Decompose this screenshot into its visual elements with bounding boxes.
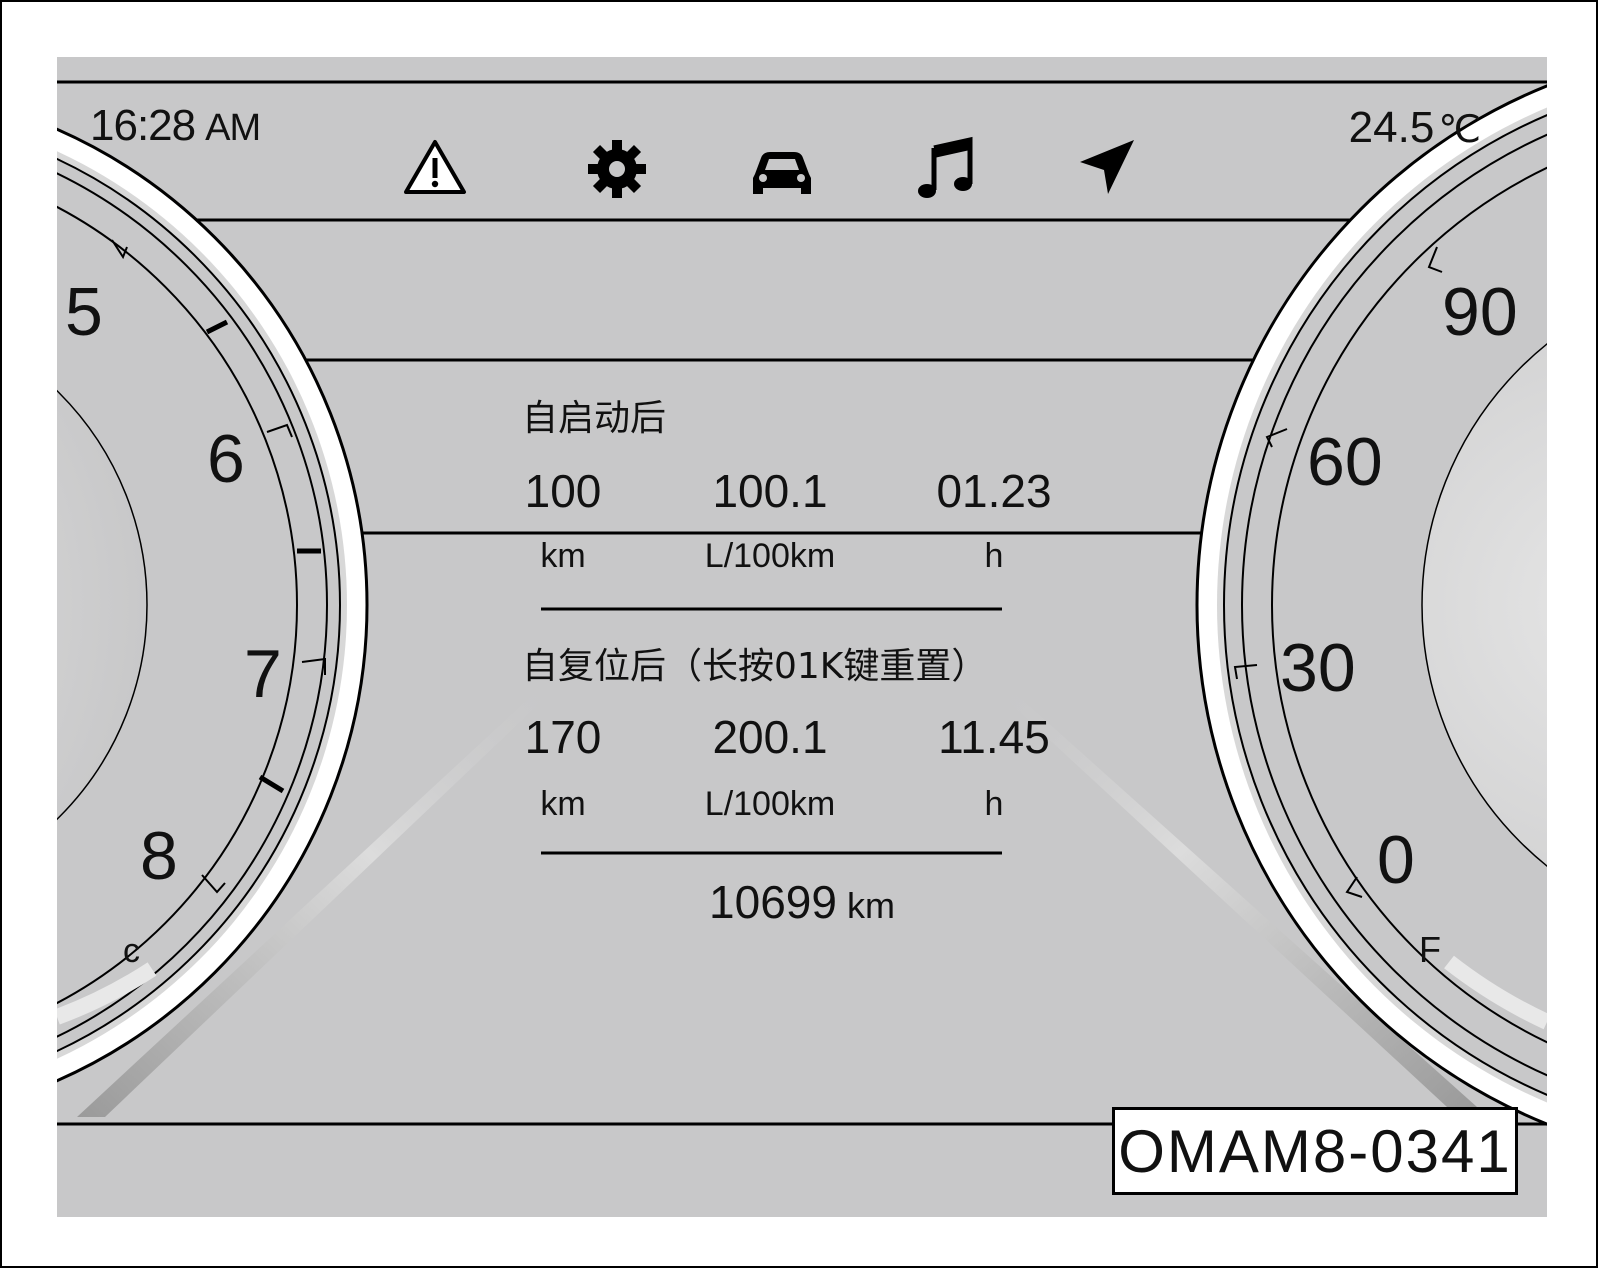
trip-since-start-fuel: 100.1 xyxy=(712,465,828,517)
left-dial xyxy=(57,127,369,1083)
right-dial-label-90: 90 xyxy=(1442,274,1518,350)
left-dial-label-7: 7 xyxy=(244,636,282,712)
car-icon[interactable] xyxy=(747,134,817,204)
trip-since-reset-distance-unit: km xyxy=(540,785,586,823)
temperature-unit: ℃ xyxy=(1438,109,1481,151)
trip-since-start-distance: 100 xyxy=(524,465,602,517)
clock: 16:28 AM xyxy=(90,101,261,151)
trip-since-start-fuel-unit: L/100km xyxy=(704,537,836,575)
left-dial-label-c: C xyxy=(123,932,140,970)
odometer-value: 10699 xyxy=(709,876,837,928)
odometer: 10699 km xyxy=(57,875,1547,929)
navigation-arrow-icon[interactable] xyxy=(1072,134,1142,204)
clock-suffix: AM xyxy=(205,107,261,149)
odometer-unit: km xyxy=(846,885,895,926)
trip-since-reset-duration: 11.45 xyxy=(938,711,1050,763)
temperature-value: 24.5 xyxy=(1348,103,1435,152)
figure-frame: 5 6 7 8 C 90 60 30 0 F 16:28 AM 24.5 ℃ xyxy=(0,0,1598,1268)
settings-gear-icon[interactable] xyxy=(582,134,652,204)
left-dial-label-6: 6 xyxy=(207,421,245,497)
outside-temperature: 24.5 ℃ xyxy=(1349,103,1481,153)
trip-since-reset-title: 自复位后（长按01K键重置） xyxy=(522,646,988,687)
trip-since-reset-duration-unit: h xyxy=(984,785,1004,823)
left-dial-label-5: 5 xyxy=(65,274,103,350)
instrument-cluster-screen: 5 6 7 8 C 90 60 30 0 F 16:28 AM 24.5 ℃ xyxy=(57,57,1547,1217)
right-dial-label-60: 60 xyxy=(1307,424,1383,500)
trip-since-reset-fuel: 200.1 xyxy=(712,711,828,763)
clock-time: 16:28 xyxy=(90,101,196,150)
trip-since-reset-distance: 170 xyxy=(524,711,602,763)
trip-since-reset-fuel-unit: L/100km xyxy=(704,785,836,823)
right-dial-label-30: 30 xyxy=(1280,630,1356,706)
right-dial xyxy=(1195,84,1547,1126)
figure-code-label: OMAM8-0341 xyxy=(1112,1107,1518,1195)
music-note-icon[interactable] xyxy=(912,134,982,204)
warning-icon[interactable] xyxy=(400,134,470,204)
trip-since-start-distance-unit: km xyxy=(540,537,586,575)
right-dial-label-f: F xyxy=(1419,929,1441,970)
trip-since-start-duration: 01.23 xyxy=(936,465,1052,517)
trip-since-start-title: 自启动后 xyxy=(522,398,667,439)
trip-since-start-duration-unit: h xyxy=(984,537,1004,575)
